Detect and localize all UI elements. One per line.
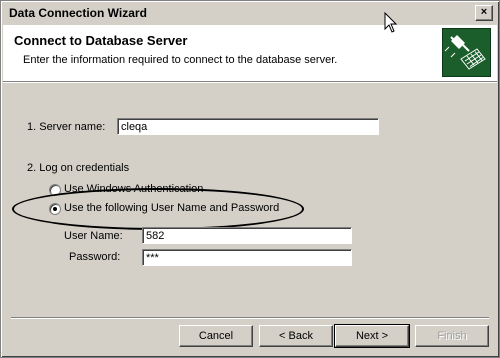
windows-auth-radio[interactable]: [49, 184, 61, 196]
back-button[interactable]: < Back: [259, 325, 333, 347]
mouse-cursor-icon: [384, 12, 398, 33]
cancel-button[interactable]: Cancel: [179, 325, 253, 347]
password-input[interactable]: ***: [142, 249, 352, 266]
page-subtitle: Enter the information required to connec…: [23, 54, 338, 66]
next-button[interactable]: Next >: [334, 324, 410, 348]
plug-keyboard-icon: [442, 28, 491, 77]
title-bar: Data Connection Wizard ×: [3, 3, 497, 23]
server-name-input[interactable]: cleqa: [117, 118, 379, 135]
password-label: Password:: [69, 251, 121, 263]
close-icon: ×: [480, 6, 488, 18]
wizard-header: Connect to Database Server Enter the inf…: [3, 25, 497, 82]
finish-button[interactable]: Finish: [415, 325, 489, 347]
server-name-label: 1. Server name:: [27, 121, 106, 133]
credentials-section-label: 2. Log on credentials: [27, 162, 130, 174]
username-input[interactable]: 582: [142, 227, 352, 244]
page-title: Connect to Database Server: [14, 33, 188, 48]
userpass-auth-radio[interactable]: [49, 203, 61, 215]
footer-divider: [11, 317, 489, 319]
username-label: User Name:: [64, 230, 123, 242]
wizard-window: Data Connection Wizard × Connect to Data…: [0, 0, 500, 358]
windows-auth-label[interactable]: Use Windows Authentication: [64, 183, 203, 195]
window-title: Data Connection Wizard: [9, 6, 147, 20]
header-divider: [3, 82, 497, 83]
userpass-auth-label[interactable]: Use the following User Name and Password: [64, 202, 279, 214]
close-button[interactable]: ×: [475, 5, 493, 21]
